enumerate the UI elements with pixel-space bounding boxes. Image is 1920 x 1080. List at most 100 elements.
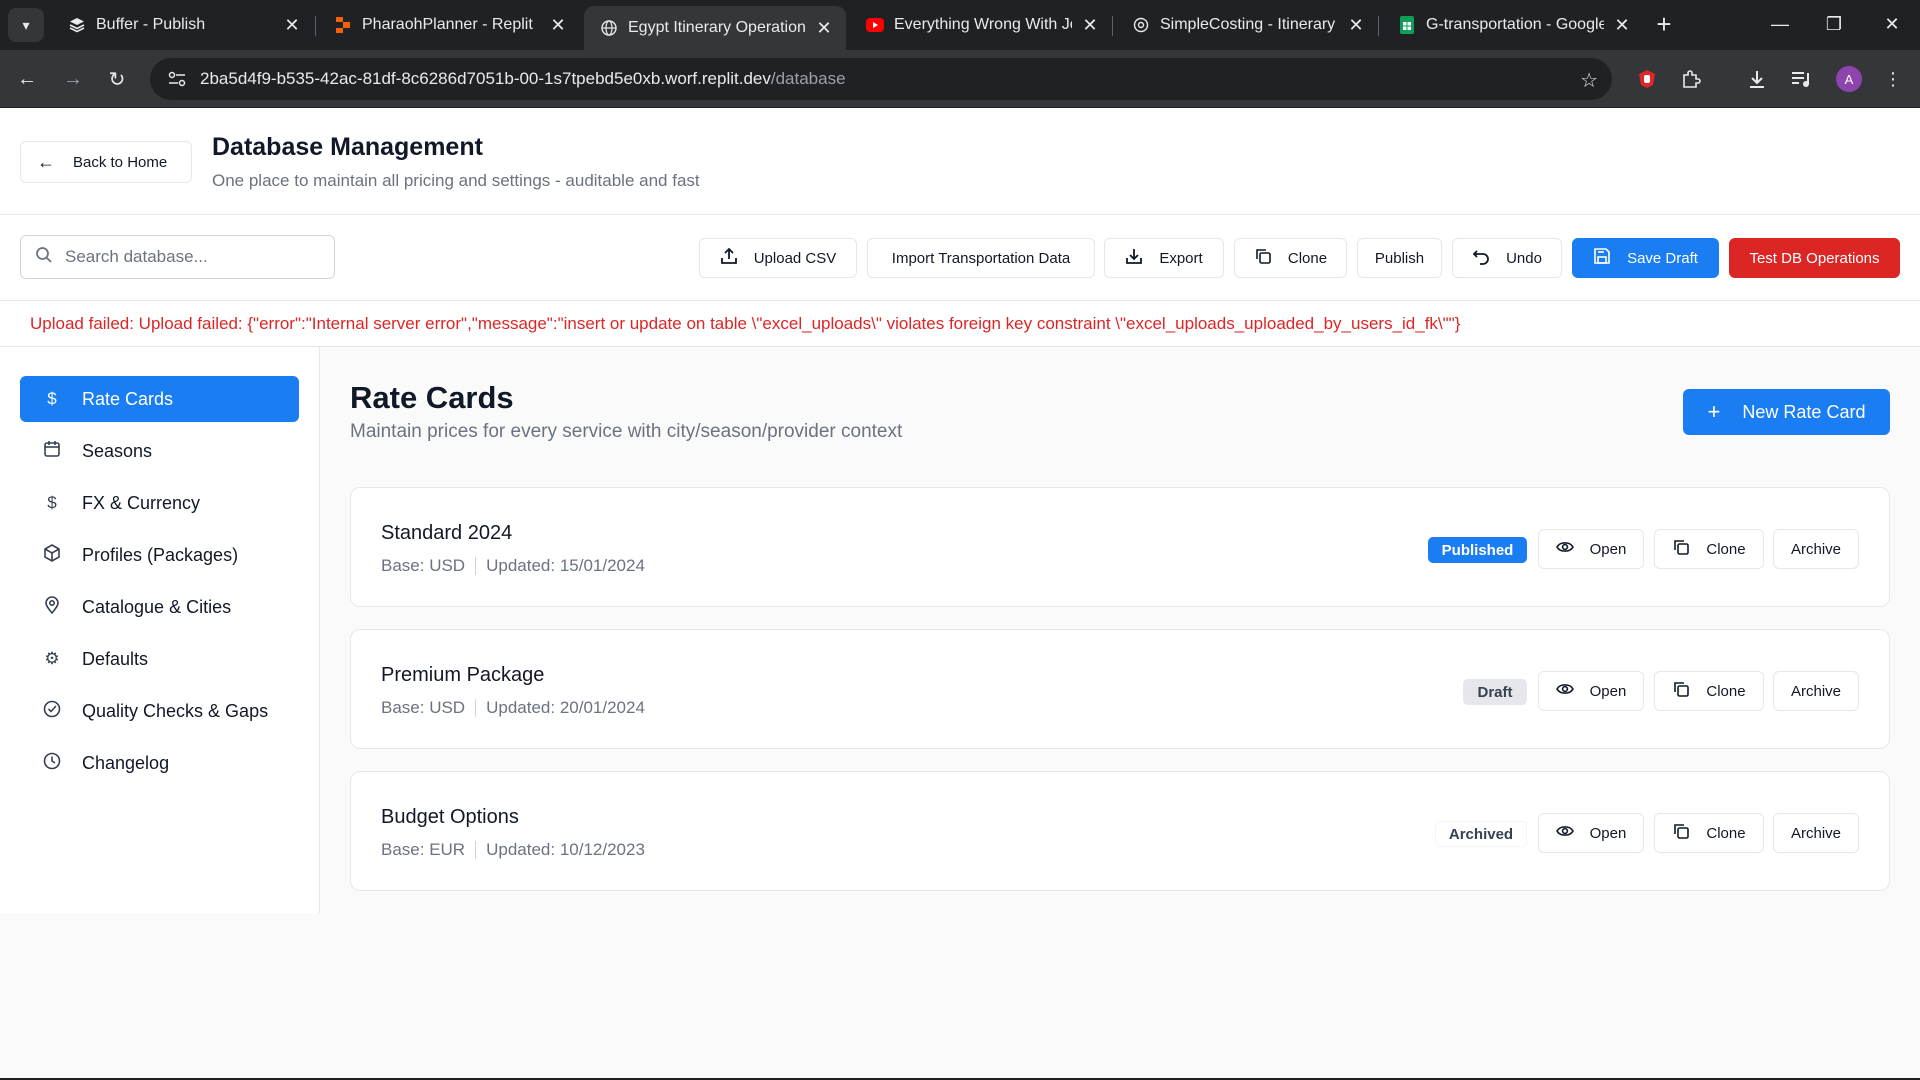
back-arrow-icon[interactable]: ← xyxy=(12,64,42,94)
sidebar-item-label: Quality Checks & Gaps xyxy=(82,700,269,721)
sidebar-item-seasons[interactable]: Seasons xyxy=(20,428,299,474)
meta-divider xyxy=(475,841,477,859)
site-settings-icon[interactable] xyxy=(166,68,188,90)
archive-button[interactable]: Archive xyxy=(1773,529,1859,569)
undo-label: Undo xyxy=(1506,249,1542,267)
sidebar-item-label: Catalogue & Cities xyxy=(82,596,232,617)
copy-icon xyxy=(1672,822,1690,845)
rate-card-item: Budget Options Base: EUR Updated: 10/12/… xyxy=(350,771,1890,891)
tab-title: Egypt Itinerary Operations xyxy=(628,19,806,36)
clone-label: Clone xyxy=(1706,540,1746,558)
browser-tab[interactable]: Everything Wrong With Jol ✕ xyxy=(850,6,1112,44)
page-title: Database Management xyxy=(212,133,483,161)
rate-card-updated: Updated: 10/12/2023 xyxy=(486,840,645,859)
open-button[interactable]: Open xyxy=(1538,671,1644,711)
archive-button[interactable]: Archive xyxy=(1773,671,1859,711)
rate-card-meta: Base: USD Updated: 20/01/2024 xyxy=(381,698,645,718)
rate-card-item: Premium Package Base: USD Updated: 20/01… xyxy=(350,629,1890,749)
clone-button[interactable]: Clone xyxy=(1234,238,1347,278)
check-circle-icon xyxy=(42,700,62,723)
upload-csv-label: Upload CSV xyxy=(753,249,837,267)
forward-arrow-icon[interactable]: → xyxy=(58,64,88,94)
open-button[interactable]: Open xyxy=(1538,813,1644,853)
minimize-icon[interactable]: — xyxy=(1762,10,1798,38)
open-button[interactable]: Open xyxy=(1538,529,1644,569)
browser-address-bar: ← → ↻ 2ba5d4f9-b535-42ac-81df-8c6286d705… xyxy=(0,50,1920,108)
test-db-operations-button[interactable]: Test DB Operations xyxy=(1729,238,1900,278)
import-transportation-button[interactable]: Import Transportation Data xyxy=(867,238,1095,278)
reload-icon[interactable]: ↻ xyxy=(102,64,132,94)
rate-card-name: Standard 2024 xyxy=(381,522,513,544)
sidebar-item-changelog[interactable]: Changelog xyxy=(20,740,299,786)
copy-icon xyxy=(1672,538,1690,561)
browser-tab[interactable]: PharaohPlanner - Replit ✕ xyxy=(318,6,580,44)
browser-tab[interactable]: G-transportation - Google ✕ xyxy=(1382,6,1644,44)
copy-icon xyxy=(1254,247,1272,270)
rate-card-base: Base: EUR xyxy=(381,840,466,859)
extensions-puzzle-icon[interactable] xyxy=(1678,66,1704,92)
globe-icon xyxy=(600,19,618,37)
new-tab-button[interactable]: + xyxy=(1650,9,1678,39)
page-subtitle: One place to maintain all pricing and se… xyxy=(212,171,700,190)
sidebar-item-profiles[interactable]: Profiles (Packages) xyxy=(20,532,299,578)
upload-csv-button[interactable]: Upload CSV xyxy=(699,238,857,278)
clone-label: Clone xyxy=(1706,824,1746,842)
new-rate-card-button[interactable]: + New Rate Card xyxy=(1683,389,1890,435)
clone-card-button[interactable]: Clone xyxy=(1654,671,1764,711)
close-icon[interactable]: ✕ xyxy=(1612,15,1632,35)
publish-button[interactable]: Publish xyxy=(1357,238,1442,278)
sidebar-item-fx-currency[interactable]: $ FX & Currency xyxy=(20,480,299,526)
sidebar-item-catalogue-cities[interactable]: Catalogue & Cities xyxy=(20,584,299,630)
rate-card-name: Premium Package xyxy=(381,664,545,686)
rate-card-updated: Updated: 20/01/2024 xyxy=(486,698,645,717)
restore-icon[interactable]: ❐ xyxy=(1816,10,1852,38)
browser-tab[interactable]: SimpleCosting - Itinerary s ✕ xyxy=(1116,6,1378,44)
section-subtitle: Maintain prices for every service with c… xyxy=(350,421,903,442)
download-icon[interactable] xyxy=(1744,66,1770,92)
archive-button[interactable]: Archive xyxy=(1773,813,1859,853)
sidebar-item-defaults[interactable]: ⚙ Defaults xyxy=(20,636,299,682)
clone-card-button[interactable]: Clone xyxy=(1654,529,1764,569)
undo-button[interactable]: Undo xyxy=(1452,238,1562,278)
archive-label: Archive xyxy=(1790,540,1842,558)
meta-divider xyxy=(475,557,477,575)
back-to-home-button[interactable]: ← Back to Home xyxy=(20,141,192,183)
archive-label: Archive xyxy=(1790,682,1842,700)
kebab-menu-icon[interactable]: ⋮ xyxy=(1880,66,1906,92)
tab-title: SimpleCosting - Itinerary s xyxy=(1160,16,1338,33)
close-icon[interactable]: ✕ xyxy=(814,18,834,38)
sidebar-item-rate-cards[interactable]: $ Rate Cards xyxy=(20,376,299,422)
close-icon[interactable]: ✕ xyxy=(1080,15,1100,35)
close-window-icon[interactable]: ✕ xyxy=(1874,10,1910,38)
eye-icon xyxy=(1555,540,1574,559)
sidebar-item-label: FX & Currency xyxy=(82,492,201,513)
url-field[interactable]: 2ba5d4f9-b535-42ac-81df-8c6286d7051b-00-… xyxy=(150,58,1612,100)
rate-card-base: Base: USD xyxy=(381,698,466,717)
test-db-operations-label: Test DB Operations xyxy=(1749,249,1880,267)
bookmark-star-icon[interactable]: ☆ xyxy=(1580,68,1598,93)
sidebar-item-quality-checks[interactable]: Quality Checks & Gaps xyxy=(20,688,299,734)
media-control-icon[interactable] xyxy=(1788,66,1814,92)
sidebar-item-label: Seasons xyxy=(82,440,153,461)
browser-tab[interactable]: Buffer - Publish ✕ xyxy=(52,6,314,44)
package-icon xyxy=(42,543,62,567)
export-label: Export xyxy=(1159,249,1203,267)
export-button[interactable]: Export xyxy=(1104,238,1224,278)
section-title: Rate Cards xyxy=(350,380,514,415)
tab-title: PharaohPlanner - Replit xyxy=(362,16,533,33)
sidebar-item-label: Changelog xyxy=(82,752,170,773)
close-icon[interactable]: ✕ xyxy=(548,15,568,35)
profile-avatar[interactable]: A xyxy=(1836,66,1862,92)
close-icon[interactable]: ✕ xyxy=(282,15,302,35)
search-input[interactable] xyxy=(65,247,305,267)
map-pin-icon xyxy=(42,595,62,619)
search-box[interactable] xyxy=(20,235,335,279)
clone-card-button[interactable]: Clone xyxy=(1654,813,1764,853)
adblock-extension-icon[interactable] xyxy=(1634,66,1660,92)
save-draft-button[interactable]: Save Draft xyxy=(1572,238,1719,278)
tab-title: G-transportation - Google xyxy=(1426,16,1604,33)
sheets-icon xyxy=(1398,16,1416,34)
tab-search-button[interactable]: ▾ xyxy=(8,8,44,42)
browser-tab-active[interactable]: Egypt Itinerary Operations ✕ xyxy=(584,6,846,50)
close-icon[interactable]: ✕ xyxy=(1346,15,1366,35)
